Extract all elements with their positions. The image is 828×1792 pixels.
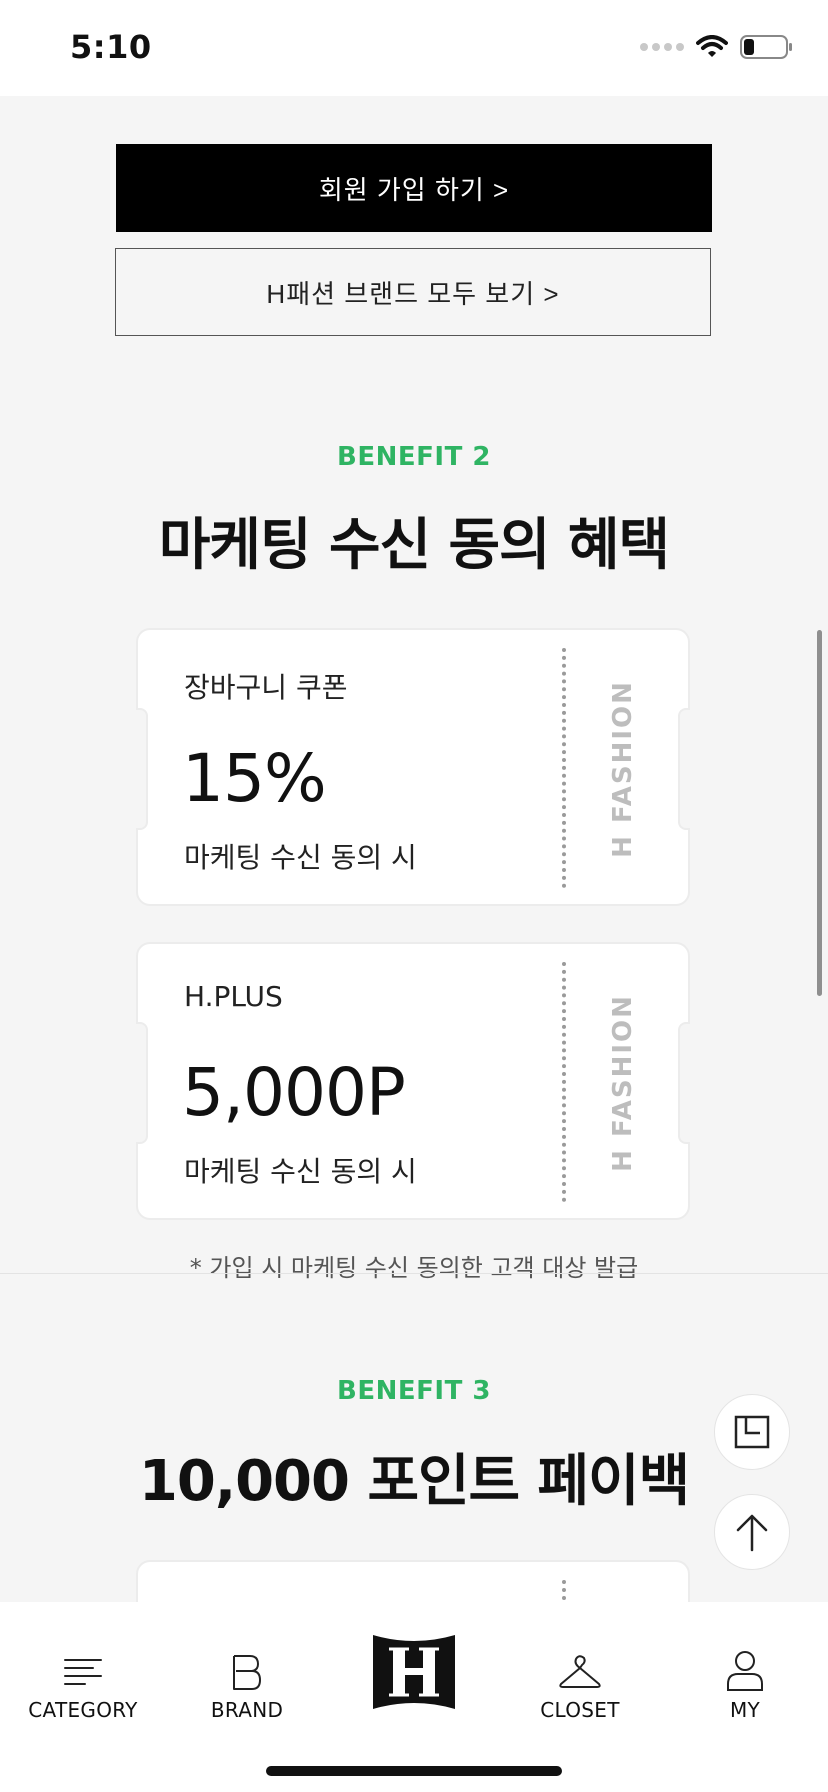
home-logo-icon (373, 1635, 455, 1709)
view-all-brands-button[interactable]: H패션 브랜드 모두 보기 > (115, 248, 711, 336)
status-bar: 5:10 (0, 0, 828, 96)
benefit-3-label: BENEFIT 3 (337, 1376, 491, 1406)
recent-view-button[interactable] (714, 1394, 790, 1470)
coupon-hplus: H.PLUS 5,000P 마케팅 수신 동의 시 H FASHION (136, 942, 690, 1220)
coupon-divider (562, 962, 566, 1202)
coupon-value: 15% (182, 740, 327, 817)
coupon-value: 5,000P (182, 1054, 406, 1131)
coupon-brand: H FASHION (608, 994, 639, 1172)
scrollbar[interactable] (817, 630, 822, 996)
status-icons (640, 34, 794, 60)
tab-brand[interactable]: BRAND (164, 1602, 330, 1722)
section-divider (0, 1273, 828, 1274)
tab-label: CLOSET (540, 1698, 620, 1722)
tab-closet[interactable]: CLOSET (497, 1602, 663, 1722)
coupon-brand: H FASHION (608, 680, 639, 858)
coupon-condition: 마케팅 수신 동의 시 (184, 1155, 417, 1188)
benefit-notice: * 가입 시 마케팅 수신 동의한 고객 대상 발급 (189, 1254, 639, 1282)
battery-icon (740, 35, 792, 59)
benefit-3-title: 10,000 포인트 페이백 (138, 1449, 690, 1514)
tab-label: BRAND (210, 1698, 284, 1722)
tab-my[interactable]: MY (662, 1602, 828, 1722)
brand-icon (233, 1655, 261, 1690)
recent-view-icon (734, 1415, 770, 1449)
coupon-cart: 장바구니 쿠폰 15% 마케팅 수신 동의 시 H FASHION (136, 628, 690, 906)
category-icon (64, 1659, 102, 1685)
bottom-tab-bar: CATEGORY BRAND CLOSET MY (0, 1602, 828, 1792)
tab-label: MY (729, 1698, 761, 1722)
cellular-signal-icon (640, 43, 684, 51)
arrow-up-icon (736, 1514, 768, 1552)
hanger-icon (559, 1655, 601, 1688)
coupon-condition: 마케팅 수신 동의 시 (184, 841, 417, 874)
home-indicator[interactable] (266, 1766, 562, 1776)
person-icon (727, 1651, 763, 1691)
coupon-subtitle: H.PLUS (184, 980, 283, 1013)
coupon-subtitle: 장바구니 쿠폰 (184, 671, 348, 704)
benefits-content[interactable]: 회원 가입 하기 > H패션 브랜드 모두 보기 > BENEFIT 2 마케팅… (0, 96, 828, 1602)
wifi-icon (696, 35, 728, 57)
benefit-2-title: 마케팅 수신 동의 혜택 (158, 513, 670, 578)
tab-label: CATEGORY (28, 1698, 138, 1722)
tab-category[interactable]: CATEGORY (0, 1602, 166, 1722)
benefit-2-label: BENEFIT 2 (337, 442, 491, 472)
coupon-divider (562, 648, 566, 888)
tab-home[interactable] (331, 1602, 497, 1742)
status-time: 5:10 (70, 28, 152, 66)
join-member-button[interactable]: 회원 가입 하기 > (116, 144, 712, 232)
scroll-top-button[interactable] (714, 1494, 790, 1570)
coupon-peek (136, 1560, 690, 1602)
